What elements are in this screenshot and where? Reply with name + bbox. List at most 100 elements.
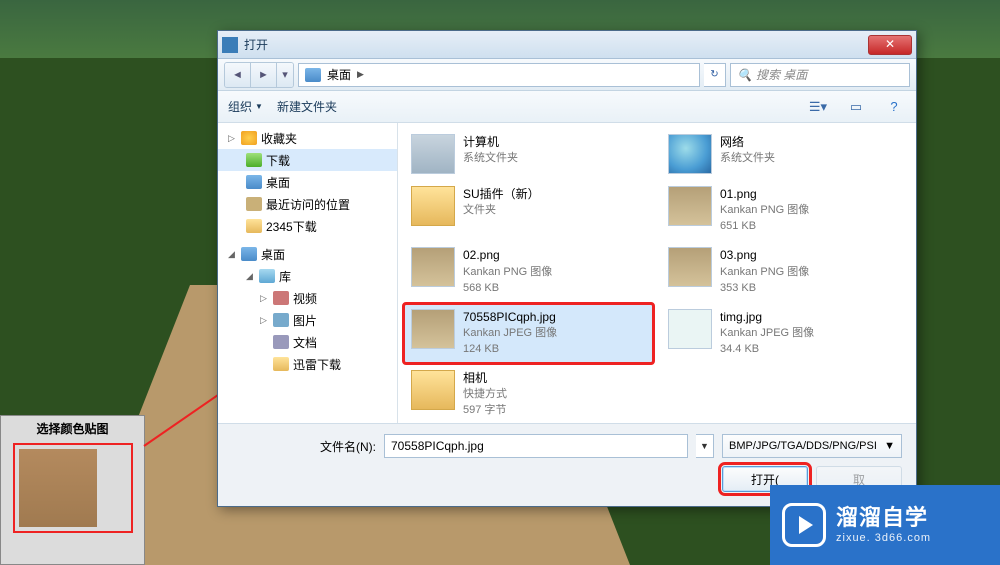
document-icon bbox=[273, 335, 289, 349]
tree-documents[interactable]: 文档 bbox=[218, 331, 397, 353]
folder-shortcut-icon bbox=[411, 370, 455, 410]
help-button[interactable]: ? bbox=[882, 97, 906, 117]
file-size: 597 字节 bbox=[463, 403, 507, 419]
library-icon bbox=[259, 269, 275, 283]
file-item-70558[interactable]: 70558PICqph.jpg Kankan JPEG 图像 124 KB bbox=[404, 304, 653, 363]
file-meta: Kankan PNG 图像 bbox=[463, 265, 552, 281]
watermark-banner: 溜溜自学 zixue. 3d66.com bbox=[770, 485, 1000, 565]
search-placeholder: 搜索 桌面 bbox=[756, 66, 807, 83]
filetype-filter[interactable]: BMP/JPG/TGA/DDS/PNG/PSI ▼ bbox=[722, 434, 902, 458]
tree-favorites[interactable]: ▷收藏夹 bbox=[218, 127, 397, 149]
filter-label: BMP/JPG/TGA/DDS/PNG/PSI bbox=[729, 440, 877, 452]
chevron-right-icon: ▶ bbox=[357, 69, 364, 80]
filename-input[interactable] bbox=[384, 434, 688, 458]
nav-tree[interactable]: ▷收藏夹 下载 桌面 最近访问的位置 2345下载 ◢桌面 ◢库 ▷视频 ▷图片… bbox=[218, 123, 398, 423]
file-meta: 文件夹 bbox=[463, 203, 540, 219]
file-item-camera[interactable]: 相机 快捷方式 597 字节 bbox=[404, 365, 653, 423]
refresh-button[interactable]: ↻ bbox=[704, 63, 726, 87]
material-swatch[interactable] bbox=[19, 449, 97, 527]
file-meta: Kankan JPEG 图像 bbox=[463, 326, 557, 342]
file-size: 353 KB bbox=[720, 281, 809, 297]
desktop-icon bbox=[246, 175, 262, 189]
tree-downloads[interactable]: 下载 bbox=[218, 149, 397, 171]
nav-history-buttons: ◄ ► ▾ bbox=[224, 62, 294, 88]
organize-menu[interactable]: 组织 ▼ bbox=[228, 98, 263, 115]
view-mode-button[interactable]: ☰▾ bbox=[806, 97, 830, 117]
file-meta: Kankan PNG 图像 bbox=[720, 265, 809, 281]
close-button[interactable]: ✕ bbox=[868, 35, 912, 55]
file-meta: Kankan PNG 图像 bbox=[720, 203, 809, 219]
preview-pane-button[interactable]: ▭ bbox=[844, 97, 868, 117]
dialog-titlebar[interactable]: 打开 ✕ bbox=[218, 31, 916, 59]
filename-label: 文件名(N): bbox=[320, 438, 376, 455]
file-size: 568 KB bbox=[463, 281, 552, 297]
file-name: 相机 bbox=[463, 370, 507, 387]
tree-label: 文档 bbox=[293, 334, 317, 351]
tree-recent[interactable]: 最近访问的位置 bbox=[218, 193, 397, 215]
dialog-app-icon bbox=[222, 37, 238, 53]
chevron-down-icon: ▼ bbox=[884, 440, 895, 452]
file-meta: Kankan JPEG 图像 bbox=[720, 326, 814, 342]
file-item-suplugin[interactable]: SU插件（新） 文件夹 bbox=[404, 181, 653, 240]
file-item-02png[interactable]: 02.png Kankan PNG 图像 568 KB bbox=[404, 242, 653, 301]
tree-desktop-root[interactable]: ◢桌面 bbox=[218, 243, 397, 265]
nav-forward-button[interactable]: ► bbox=[251, 63, 277, 87]
dialog-toolbar: 组织 ▼ 新建文件夹 ☰▾ ▭ ? bbox=[218, 91, 916, 123]
file-size: 34.4 KB bbox=[720, 342, 814, 358]
file-name: 计算机 bbox=[463, 134, 518, 151]
image-thumb-icon bbox=[668, 186, 712, 226]
file-open-dialog: 打开 ✕ ◄ ► ▾ 桌面 ▶ ↻ 🔍 搜索 桌面 组织 ▼ 新建文件夹 ☰▾ … bbox=[217, 30, 917, 507]
image-thumb-icon bbox=[411, 247, 455, 287]
tree-label: 收藏夹 bbox=[261, 130, 297, 147]
tree-2345[interactable]: 2345下载 bbox=[218, 215, 397, 237]
material-picker-title: 选择颜色贴图 bbox=[1, 416, 144, 441]
tree-video[interactable]: ▷视频 bbox=[218, 287, 397, 309]
filename-dropdown[interactable]: ▼ bbox=[696, 434, 714, 458]
tree-label: 下载 bbox=[266, 152, 290, 169]
tree-xunlei[interactable]: 迅雷下载 bbox=[218, 353, 397, 375]
search-input[interactable]: 🔍 搜索 桌面 bbox=[730, 63, 910, 87]
folder-icon bbox=[411, 186, 455, 226]
file-name: timg.jpg bbox=[720, 309, 814, 326]
file-item-network[interactable]: 网络 系统文件夹 bbox=[661, 129, 910, 179]
tree-label: 桌面 bbox=[261, 246, 285, 263]
desktop-icon bbox=[305, 68, 321, 82]
file-item-timg[interactable]: timg.jpg Kankan JPEG 图像 34.4 KB bbox=[661, 304, 910, 363]
file-item-01png[interactable]: 01.png Kankan PNG 图像 651 KB bbox=[661, 181, 910, 240]
search-icon: 🔍 bbox=[737, 68, 752, 82]
watermark-url: zixue. 3d66.com bbox=[836, 532, 931, 545]
folder-icon bbox=[273, 357, 289, 371]
file-name: 01.png bbox=[720, 186, 809, 203]
chevron-down-icon: ▼ bbox=[255, 102, 263, 111]
file-item-03png[interactable]: 03.png Kankan PNG 图像 353 KB bbox=[661, 242, 910, 301]
tree-label: 最近访问的位置 bbox=[266, 196, 350, 213]
dialog-nav-bar: ◄ ► ▾ 桌面 ▶ ↻ 🔍 搜索 桌面 bbox=[218, 59, 916, 91]
tree-desktop[interactable]: 桌面 bbox=[218, 171, 397, 193]
file-size: 124 KB bbox=[463, 342, 557, 358]
nav-back-button[interactable]: ◄ bbox=[225, 63, 251, 87]
file-size: 651 KB bbox=[720, 219, 809, 235]
download-icon bbox=[246, 153, 262, 167]
file-name: 70558PICqph.jpg bbox=[463, 309, 557, 326]
file-list[interactable]: 计算机 系统文件夹 网络 系统文件夹 SU插件（新） 文件夹 bbox=[398, 123, 916, 423]
image-thumb-icon bbox=[668, 309, 712, 349]
video-icon bbox=[273, 291, 289, 305]
dialog-title: 打开 bbox=[244, 36, 868, 53]
material-swatch-highlight bbox=[13, 443, 133, 533]
tree-label: 2345下载 bbox=[266, 218, 317, 235]
address-bar[interactable]: 桌面 ▶ bbox=[298, 63, 700, 87]
nav-history-dropdown[interactable]: ▾ bbox=[277, 63, 293, 87]
tree-pictures[interactable]: ▷图片 bbox=[218, 309, 397, 331]
organize-label: 组织 bbox=[228, 98, 252, 115]
image-thumb-icon bbox=[411, 309, 455, 349]
file-name: 网络 bbox=[720, 134, 775, 151]
star-icon bbox=[241, 131, 257, 145]
tree-label: 桌面 bbox=[266, 174, 290, 191]
tree-library[interactable]: ◢库 bbox=[218, 265, 397, 287]
file-item-computer[interactable]: 计算机 系统文件夹 bbox=[404, 129, 653, 179]
tree-label: 视频 bbox=[293, 290, 317, 307]
computer-icon bbox=[411, 134, 455, 174]
play-icon bbox=[782, 503, 826, 547]
file-meta: 系统文件夹 bbox=[720, 151, 775, 167]
new-folder-button[interactable]: 新建文件夹 bbox=[277, 98, 337, 115]
